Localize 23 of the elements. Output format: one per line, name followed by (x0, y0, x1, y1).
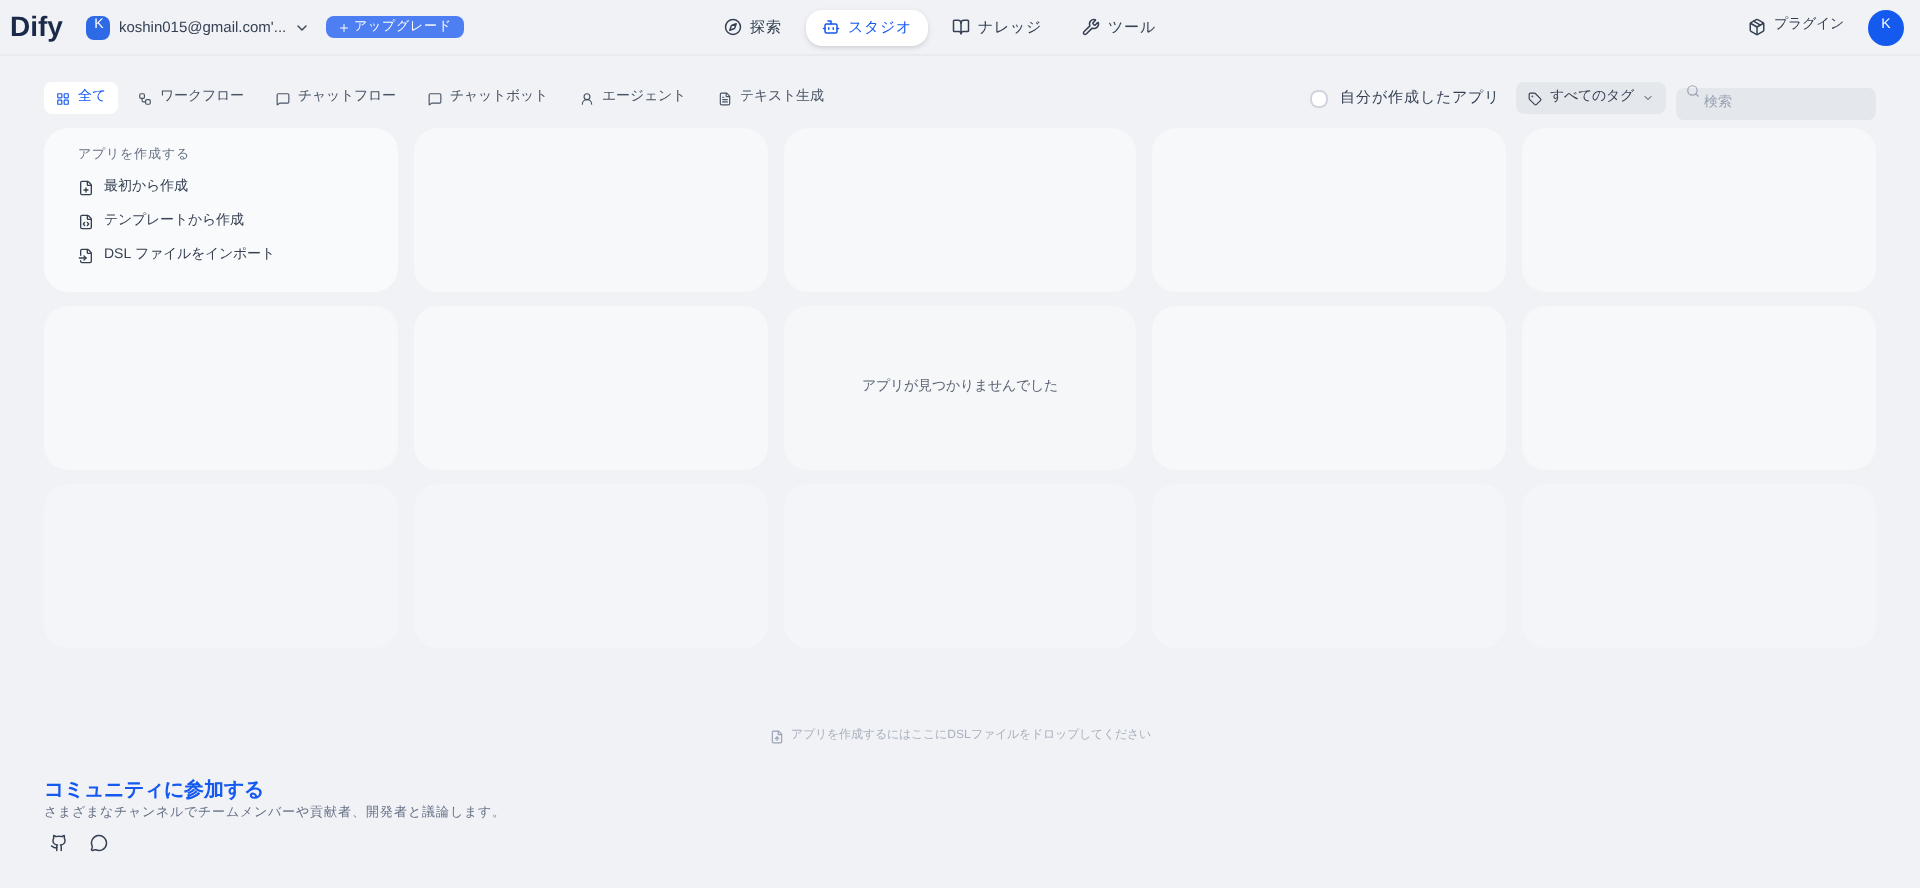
file-icon (78, 180, 94, 197)
book-icon (951, 18, 970, 36)
github-icon[interactable] (50, 833, 68, 852)
grid-icon (56, 91, 70, 105)
plus-icon (338, 21, 351, 33)
logo[interactable]: Dify (10, 6, 63, 48)
person-icon (580, 91, 594, 105)
checkbox[interactable] (1310, 89, 1328, 107)
chevron-down-icon (1642, 92, 1654, 104)
package-icon (1748, 18, 1766, 36)
wrench-icon (1081, 18, 1100, 36)
search-icon (1686, 83, 1700, 97)
community-title: コミュニティに参加する (44, 778, 266, 804)
template-icon (78, 214, 94, 231)
import-icon (78, 248, 94, 265)
chat-icon (428, 91, 442, 105)
document-icon (718, 91, 732, 105)
compass-icon (723, 18, 742, 36)
chat-icon (276, 91, 290, 105)
flow-icon (138, 91, 152, 105)
robot-icon (821, 18, 840, 36)
file-icon (769, 730, 784, 744)
tag-icon (1528, 91, 1542, 105)
